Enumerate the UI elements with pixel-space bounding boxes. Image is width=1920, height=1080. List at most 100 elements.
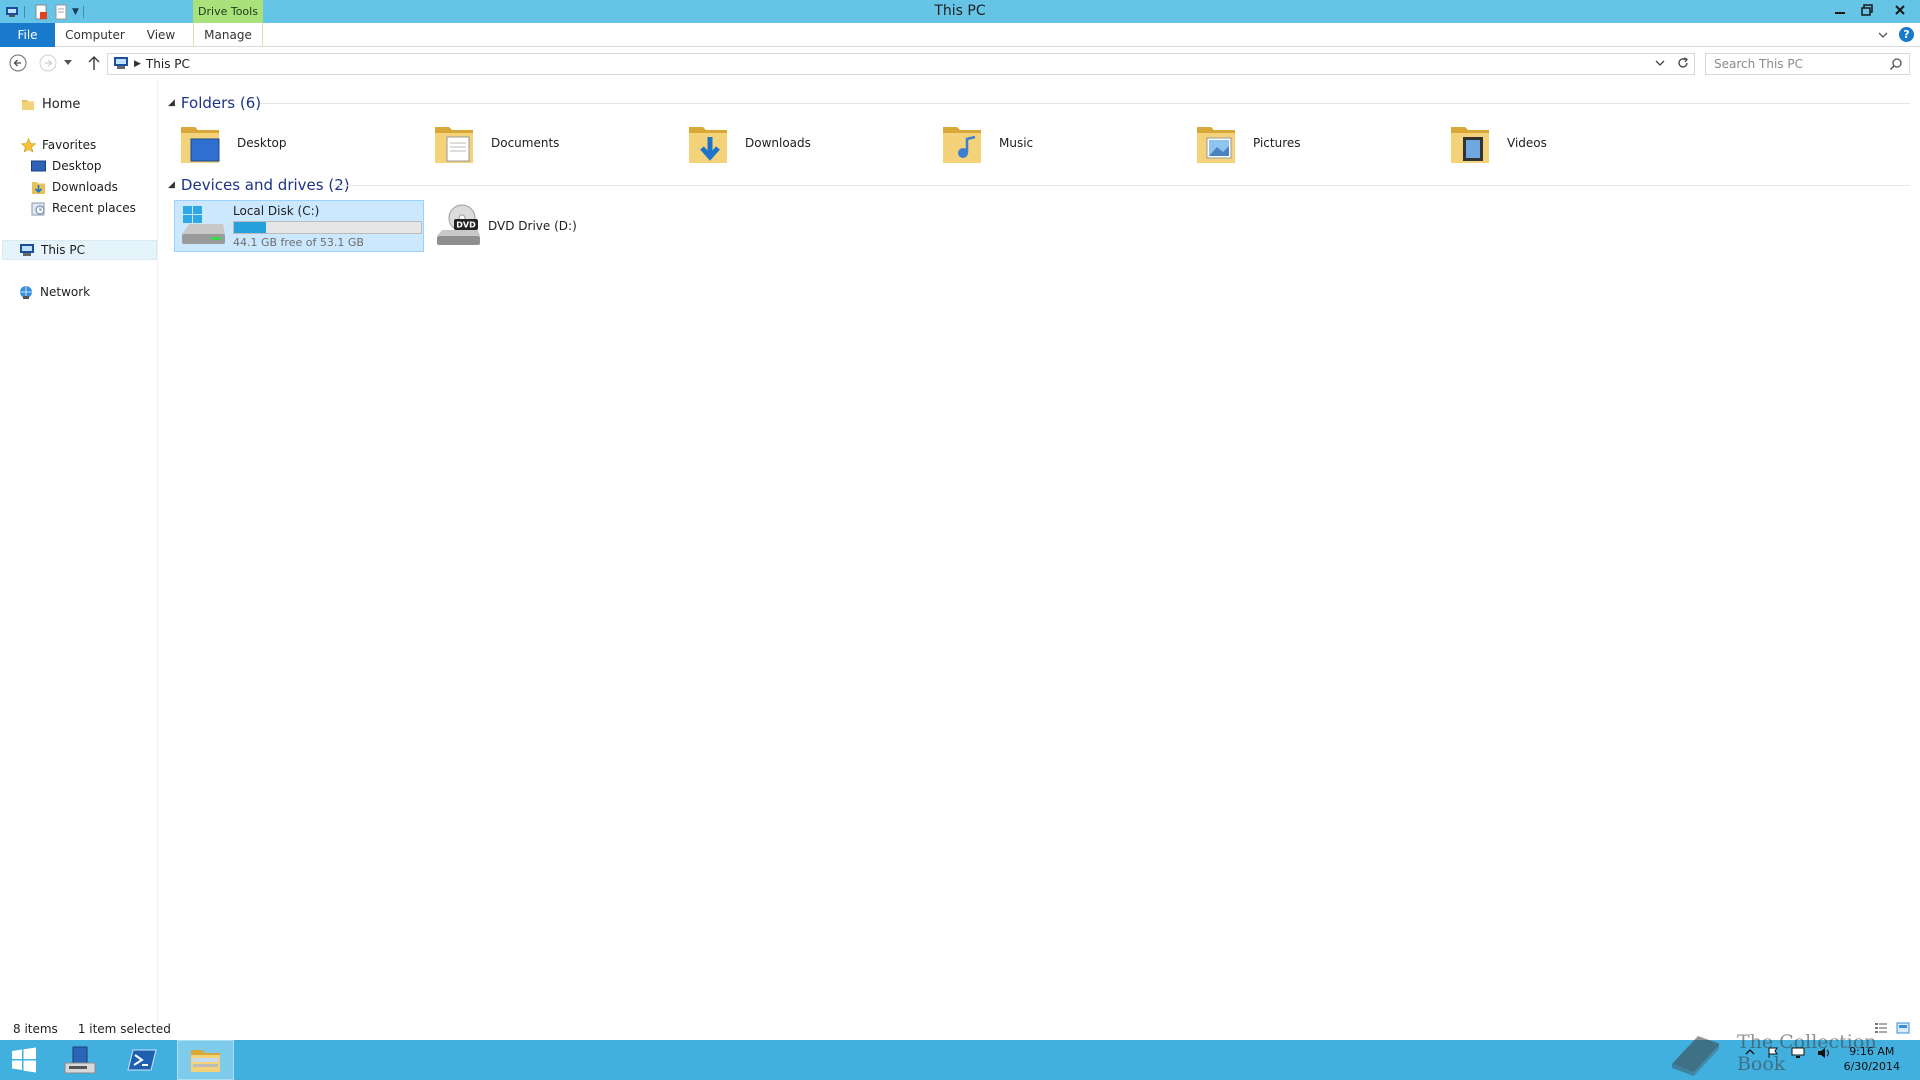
drive-dvd-d[interactable]: DVD DVD Drive (D:) (430, 200, 630, 252)
taskbar-file-explorer[interactable] (177, 1040, 234, 1080)
taskbar (0, 1040, 1920, 1080)
volume-icon[interactable] (1817, 1047, 1831, 1059)
up-button[interactable] (83, 52, 105, 74)
address-bar-actions (1654, 56, 1690, 70)
qat-separator (82, 5, 84, 18)
network-tray-icon[interactable] (1791, 1047, 1805, 1059)
nav-item-network[interactable]: Network (18, 282, 90, 302)
recent-places-icon (30, 200, 46, 216)
windows-logo-icon (12, 1047, 36, 1073)
drive-usage-fill (234, 221, 266, 233)
search-icon[interactable] (1889, 57, 1903, 71)
documents-folder-icon (435, 127, 473, 163)
ribbon-right-controls: ? (1877, 27, 1914, 42)
drive-name: DVD Drive (D:) (488, 219, 577, 233)
close-button[interactable] (1880, 0, 1920, 20)
drive-tools-contextual-label: Drive Tools (193, 0, 263, 23)
folder-pictures[interactable]: Pictures (1193, 118, 1301, 168)
qat-separator (24, 5, 25, 18)
nav-item-home[interactable]: Home (20, 94, 80, 114)
folder-label: Desktop (237, 136, 287, 150)
refresh-icon[interactable] (1676, 56, 1690, 70)
drive-name: Local Disk (C:) (233, 203, 320, 218)
expand-ribbon-chevron-icon[interactable] (1877, 29, 1889, 41)
folder-downloads[interactable]: Downloads (685, 118, 811, 168)
folder-music[interactable]: Music (939, 118, 1033, 168)
taskbar-clock[interactable]: 9:16 AM 6/30/2014 (1844, 1044, 1900, 1074)
drive-usage-bar (233, 220, 422, 234)
show-hidden-icons-chevron-icon[interactable] (1745, 1047, 1755, 1057)
nav-item-desktop[interactable]: Desktop (30, 156, 102, 176)
folder-label: Pictures (1253, 136, 1301, 150)
server-manager-icon (64, 1046, 96, 1074)
drive-free-space: 44.1 GB free of 53.1 GB (233, 235, 364, 249)
action-center-flag-icon[interactable] (1767, 1047, 1779, 1059)
tab-manage[interactable]: Manage (193, 23, 263, 47)
nav-item-downloads[interactable]: Downloads (30, 177, 118, 197)
help-icon[interactable]: ? (1899, 27, 1914, 42)
drive-local-disk-c[interactable]: Local Disk (C:) 44.1 GB free of 53.1 GB (174, 200, 424, 252)
address-bar[interactable]: ▶ This PC (107, 53, 1695, 75)
nav-this-pc-label: This PC (41, 243, 85, 257)
folders-group-title: Folders (6) (180, 94, 262, 112)
search-input[interactable]: Search This PC (1705, 53, 1910, 75)
home-folder-icon (20, 96, 36, 112)
properties-icon[interactable] (33, 4, 49, 20)
drives-group-title: Devices and drives (2) (180, 176, 350, 194)
status-bar: 8 items 1 item selected (0, 1018, 1920, 1040)
customize-qat-chevron-icon[interactable]: ▼ (72, 7, 79, 17)
nav-desktop-label: Desktop (52, 159, 102, 173)
nav-item-favorites[interactable]: Favorites (20, 135, 96, 155)
tab-file[interactable]: File (0, 23, 55, 47)
tab-computer[interactable]: Computer (60, 23, 130, 47)
folder-videos[interactable]: Videos (1447, 118, 1547, 168)
folders-group-header[interactable]: ◢ Folders (6) (168, 93, 261, 113)
folder-label: Downloads (745, 136, 811, 150)
nav-item-recent-places[interactable]: Recent places (30, 198, 136, 218)
recent-locations-chevron-icon[interactable] (61, 52, 75, 74)
desktop-icon (30, 158, 46, 174)
restore-button[interactable] (1853, 0, 1880, 20)
start-button[interactable] (0, 1040, 48, 1080)
address-history-chevron-icon[interactable] (1654, 56, 1666, 70)
book-logo-icon (1672, 1036, 1719, 1076)
collapse-triangle-icon[interactable]: ◢ (168, 98, 175, 108)
back-button[interactable] (7, 52, 29, 74)
network-icon (18, 284, 34, 300)
taskbar-server-manager[interactable] (56, 1040, 104, 1080)
windows-drive-icon (182, 206, 225, 244)
dvd-badge: DVD (456, 221, 476, 230)
downloads-icon (30, 179, 46, 195)
nav-item-this-pc[interactable]: This PC (2, 240, 157, 260)
title-bar: ▼ Drive Tools This PC (0, 0, 1920, 23)
selection-count: 1 item selected (77, 1022, 171, 1036)
tab-view[interactable]: View (140, 23, 182, 47)
taskbar-powershell[interactable] (118, 1040, 166, 1080)
ribbon-tab-bar: File Computer View Manage ? (0, 23, 1920, 47)
folder-documents[interactable]: Documents (431, 118, 559, 168)
collapse-triangle-icon[interactable]: ◢ (168, 180, 175, 190)
downloads-folder-icon (689, 127, 727, 163)
pictures-folder-icon (1197, 127, 1235, 163)
breadcrumb-separator-icon[interactable]: ▶ (134, 59, 141, 69)
folder-label: Documents (491, 136, 560, 150)
minimize-button[interactable] (1826, 0, 1853, 20)
system-tray (1745, 1047, 1831, 1059)
file-explorer-icon (190, 1050, 220, 1072)
new-folder-icon[interactable] (53, 4, 69, 20)
nav-network-label: Network (40, 285, 91, 299)
forward-button[interactable] (37, 52, 59, 74)
clock-date: 6/30/2014 (1843, 1060, 1900, 1073)
group-divider (332, 185, 1910, 186)
folder-label: Music (999, 136, 1034, 150)
explorer-app-icon[interactable] (4, 4, 20, 20)
dvd-drive-icon: DVD (437, 204, 480, 245)
music-folder-icon (943, 127, 981, 163)
nav-downloads-label: Downloads (52, 180, 118, 194)
window-controls (1826, 0, 1920, 20)
folder-desktop[interactable]: Desktop (177, 118, 287, 168)
folder-label: Videos (1507, 136, 1547, 150)
drives-group-header[interactable]: ◢ Devices and drives (2) (168, 175, 350, 195)
window-title: This PC (934, 3, 986, 19)
breadcrumb-this-pc[interactable]: This PC (146, 57, 190, 71)
